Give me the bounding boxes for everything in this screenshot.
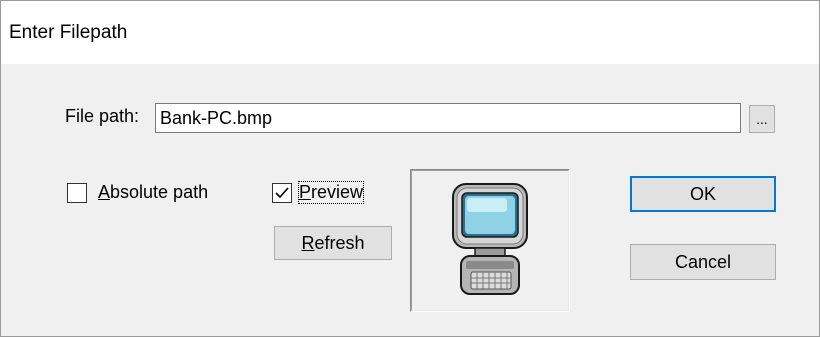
- refresh-button[interactable]: Refresh: [274, 226, 392, 260]
- preview-label[interactable]: Preview: [297, 181, 365, 204]
- absolute-path-checkbox[interactable]: [67, 183, 87, 203]
- absolute-path-label[interactable]: Absolute path: [98, 182, 208, 203]
- ok-button[interactable]: OK: [630, 176, 776, 212]
- refresh-mnemonic: R: [301, 232, 315, 253]
- preview-checkbox[interactable]: [272, 183, 292, 203]
- preview-pane: [410, 169, 570, 312]
- title-bar[interactable]: Enter Filepath: [1, 1, 819, 64]
- cancel-button[interactable]: Cancel: [630, 244, 776, 280]
- absolute-path-mnemonic: A: [98, 182, 111, 202]
- file-path-input[interactable]: [155, 103, 741, 133]
- dialog-title: Enter Filepath: [9, 22, 128, 43]
- absolute-path-label-rest: bsolute path: [110, 182, 209, 202]
- checkmark-icon: [275, 187, 289, 199]
- file-path-label: File path:: [65, 106, 140, 126]
- refresh-label-rest: efresh: [314, 232, 365, 253]
- browse-button[interactable]: ...: [749, 105, 775, 133]
- preview-mnemonic: P: [299, 182, 312, 202]
- preview-pane-inner: [411, 170, 569, 311]
- computer-icon: [452, 183, 528, 295]
- dialog-window: Enter Filepath File path: ... Absolute p…: [0, 0, 820, 337]
- preview-label-rest: review: [311, 182, 364, 202]
- dialog-client-area: File path: ... Absolute path Preview Ref…: [1, 64, 819, 336]
